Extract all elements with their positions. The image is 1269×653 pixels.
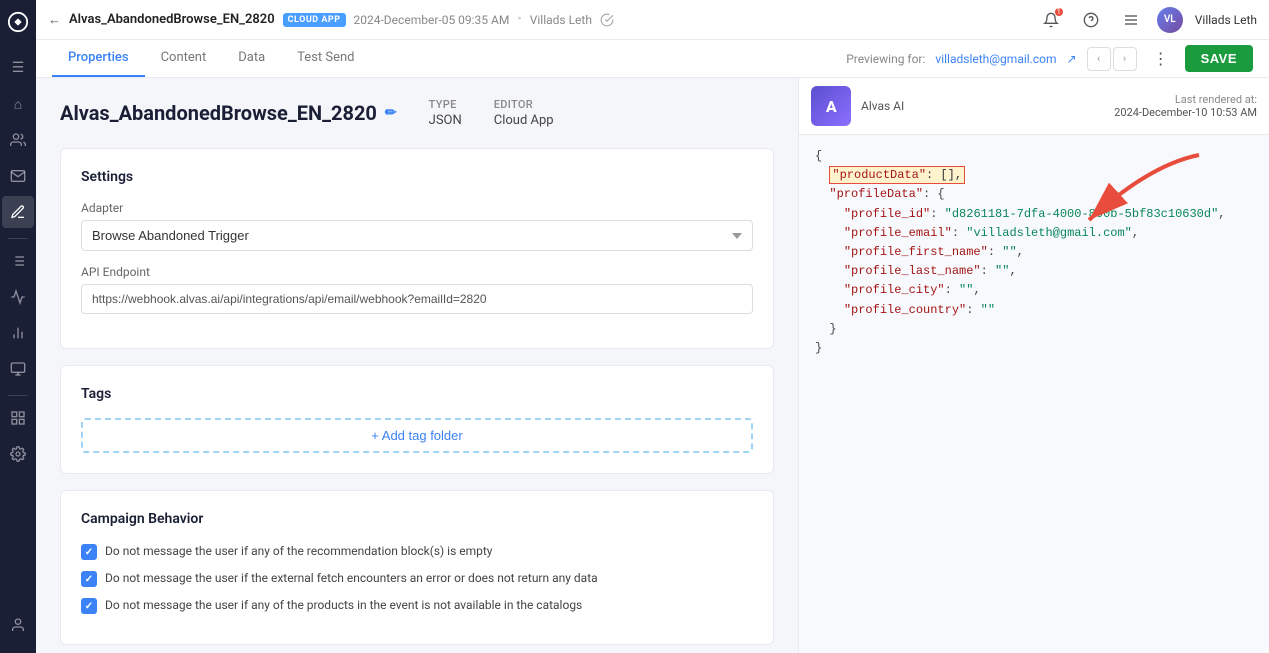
behavior-text-3: Do not message the user if any of the pr… (105, 597, 582, 614)
topbar-user: Villads Leth (530, 13, 592, 27)
edit-title-icon[interactable]: ✏ (385, 105, 397, 121)
topbar-date: 2024-December-05 09:35 AM (354, 13, 510, 27)
sidebar-item-team[interactable] (2, 353, 34, 385)
api-endpoint-group: API Endpoint (81, 265, 753, 314)
topbar-menu-button[interactable] (1117, 6, 1145, 34)
rendered-label: Last rendered at: (1114, 93, 1257, 106)
sub-header: Properties Content Data Test Send Previe… (36, 40, 1269, 78)
behavior-title: Campaign Behavior (81, 511, 753, 527)
sidebar-item-analytics[interactable] (2, 281, 34, 313)
json-line-close: } (815, 339, 1253, 358)
save-button[interactable]: SAVE (1185, 45, 1253, 72)
sidebar-item-users[interactable] (2, 124, 34, 156)
topbar-username: Villads Leth (1195, 13, 1257, 27)
back-button[interactable]: ← (48, 12, 61, 28)
adapter-select[interactable]: Browse Abandoned Trigger (81, 220, 753, 251)
nav-next[interactable]: › (1113, 47, 1137, 71)
json-line-profile-city: "profile_city": "", (815, 281, 1253, 300)
preview-label: Previewing for: (846, 52, 925, 66)
settings-card: Settings Adapter Browse Abandoned Trigge… (60, 148, 774, 349)
sidebar-divider-2 (8, 395, 28, 396)
json-line-profile-close: } (815, 320, 1253, 339)
sidebar-item-editor[interactable] (2, 196, 34, 228)
behavior-item-2: Do not message the user if the external … (81, 570, 753, 587)
more-options-button[interactable]: ⋮ (1147, 45, 1175, 73)
json-line-profile-last-name: "profile_last_name": "", (815, 262, 1253, 281)
external-link-icon[interactable]: ↗ (1067, 52, 1077, 66)
topbar-title: Alvas_AbandonedBrowse_EN_2820 (69, 12, 275, 27)
sidebar: ☰ ⌂ (0, 0, 36, 653)
sidebar-item-segments[interactable] (2, 245, 34, 277)
behavior-text-2: Do not message the user if the external … (105, 570, 598, 587)
user-avatar[interactable]: VL (1157, 7, 1183, 33)
campaign-title-row: Alvas_AbandonedBrowse_EN_2820 ✏ Type JSO… (60, 98, 774, 128)
sidebar-logo[interactable] (4, 8, 32, 36)
json-highlight-product: "productData": [], (829, 166, 965, 184)
json-line-profile-data: "profileData": { (815, 185, 1253, 204)
settings-title: Settings (81, 169, 753, 185)
cloud-badge: CLOUD APP (283, 13, 346, 27)
behavior-item-1: Do not message the user if any of the re… (81, 543, 753, 560)
app-logo: A (811, 86, 851, 126)
checkbox-1[interactable] (81, 544, 97, 560)
content-area: Alvas_AbandonedBrowse_EN_2820 ✏ Type JSO… (36, 78, 1269, 653)
tab-data[interactable]: Data (222, 40, 281, 77)
api-endpoint-label: API Endpoint (81, 265, 753, 279)
json-line-open: { (815, 147, 1253, 166)
tab-content[interactable]: Content (145, 40, 223, 77)
sidebar-item-stats[interactable] (2, 317, 34, 349)
tags-title: Tags (81, 386, 753, 402)
sidebar-item-campaigns[interactable] (2, 160, 34, 192)
topbar-right: 1 VL Villads Leth (1037, 6, 1257, 34)
sidebar-item-profile[interactable] (2, 609, 34, 641)
editor-label: Editor (494, 98, 554, 111)
preview-email[interactable]: villadsleth@gmail.com (935, 52, 1056, 66)
tags-card: Tags + Add tag folder (60, 365, 774, 474)
help-button[interactable] (1077, 6, 1105, 34)
json-line-profile-country: "profile_country": "" (815, 301, 1253, 320)
tab-properties[interactable]: Properties (52, 40, 145, 77)
type-label: Type (429, 98, 462, 111)
type-value: JSON (429, 113, 462, 128)
json-preview: { "productData": [], "profileData": { "p… (799, 135, 1269, 653)
add-tag-button[interactable]: + Add tag folder (81, 418, 753, 453)
right-panel: A Alvas AI Last rendered at: 2024-Decemb… (798, 78, 1269, 653)
editor-value: Cloud App (494, 113, 554, 128)
api-endpoint-input[interactable] (81, 284, 753, 314)
topbar: ← Alvas_AbandonedBrowse_EN_2820 CLOUD AP… (36, 0, 1269, 40)
nav-arrows: ‹ › (1087, 47, 1137, 71)
sidebar-item-integrations[interactable] (2, 402, 34, 434)
checkbox-2[interactable] (81, 571, 97, 587)
campaign-title: Alvas_AbandonedBrowse_EN_2820 ✏ (60, 101, 397, 125)
behavior-card: Campaign Behavior Do not message the use… (60, 490, 774, 645)
editor-column: Editor Cloud App (494, 98, 554, 128)
json-line-product-data: "productData": [], (815, 166, 1253, 185)
app-name: Alvas AI (861, 99, 904, 113)
notifications-button[interactable]: 1 (1037, 6, 1065, 34)
checkbox-3[interactable] (81, 598, 97, 614)
tab-right-controls: Previewing for: villadsleth@gmail.com ↗ … (846, 45, 1253, 73)
json-line-profile-email: "profile_email": "villadsleth@gmail.com"… (815, 224, 1253, 243)
type-column: Type JSON (429, 98, 462, 128)
json-line-profile-id: "profile_id": "d8261181-7dfa-4000-800b-5… (815, 205, 1253, 224)
tab-test-send[interactable]: Test Send (281, 40, 370, 77)
json-line-profile-first-name: "profile_first_name": "", (815, 243, 1253, 262)
verified-icon (600, 13, 614, 27)
sidebar-item-home[interactable]: ⌂ (2, 88, 34, 120)
sidebar-item-menu[interactable]: ☰ (2, 52, 34, 84)
rendered-date: 2024-December-10 10:53 AM (1114, 106, 1257, 119)
rendered-info: Last rendered at: 2024-December-10 10:53… (1114, 93, 1257, 119)
topbar-separator: • (517, 12, 521, 27)
nav-prev[interactable]: ‹ (1087, 47, 1111, 71)
app-preview-header: A Alvas AI Last rendered at: 2024-Decemb… (799, 78, 1269, 135)
adapter-label: Adapter (81, 201, 753, 215)
sidebar-item-settings[interactable] (2, 438, 34, 470)
sidebar-divider-1 (8, 238, 28, 239)
left-panel: Alvas_AbandonedBrowse_EN_2820 ✏ Type JSO… (36, 78, 798, 653)
behavior-item-3: Do not message the user if any of the pr… (81, 597, 753, 614)
adapter-group: Adapter Browse Abandoned Trigger (81, 201, 753, 251)
behavior-text-1: Do not message the user if any of the re… (105, 543, 492, 560)
main-area: ← Alvas_AbandonedBrowse_EN_2820 CLOUD AP… (36, 0, 1269, 653)
